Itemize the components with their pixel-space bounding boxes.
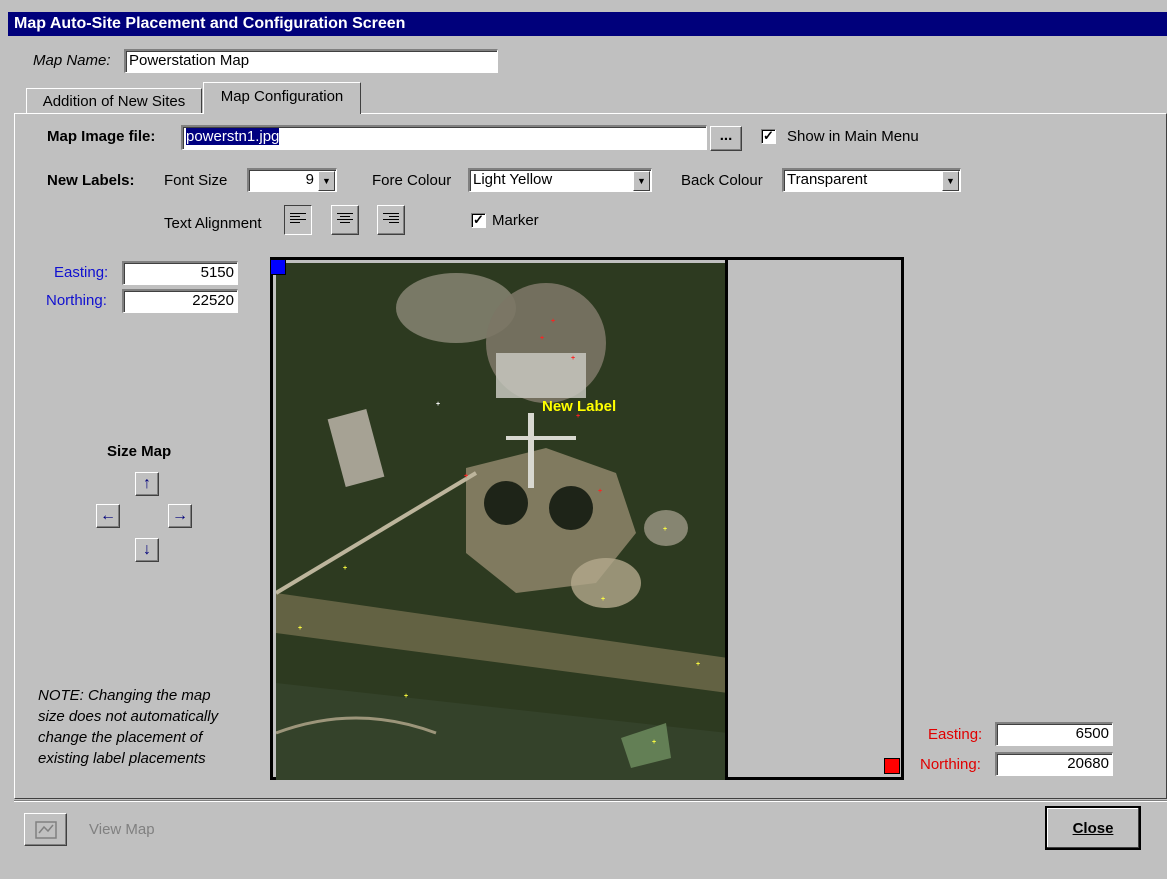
aerial-map-image: + + + + + + + + + + + + + + New Label	[276, 263, 728, 780]
site-marker[interactable]: +	[298, 625, 302, 632]
align-center-button[interactable]	[331, 205, 359, 235]
size-up-button[interactable]: ↑	[135, 472, 159, 496]
note-line: existing label placements	[38, 750, 206, 767]
top-left-northing-label: Northing:	[46, 292, 107, 309]
site-marker[interactable]: +	[343, 565, 347, 572]
fore-colour-label: Fore Colour	[372, 172, 452, 189]
site-marker[interactable]: +	[551, 318, 555, 325]
map-name-label: Map Name:	[33, 52, 111, 69]
map-icon	[34, 820, 57, 839]
back-colour-label: Back Colour	[681, 172, 763, 189]
image-file-value: powerstn1.jpg	[186, 128, 280, 145]
align-left-icon	[290, 213, 306, 227]
show-in-main-menu-checkbox[interactable]: ✓	[761, 129, 776, 144]
size-left-button[interactable]: ←	[96, 504, 120, 528]
sizing-note: NOTE: Changing the map size does not aut…	[38, 685, 263, 769]
window-title: Map Auto-Site Placement and Configuratio…	[8, 12, 1167, 36]
top-left-easting-label: Easting:	[54, 264, 109, 281]
font-size-select[interactable]: 9 ▼	[247, 168, 337, 192]
marker-checkbox[interactable]: ✓	[471, 213, 486, 228]
footer-divider	[14, 800, 1167, 802]
close-button[interactable]: Close	[1045, 806, 1141, 850]
aerial-photo-sketch	[276, 263, 728, 780]
fore-colour-value: Light Yellow	[473, 171, 553, 188]
back-colour-select[interactable]: Transparent ▼	[782, 168, 961, 192]
top-left-northing-input[interactable]: 22520	[122, 289, 238, 313]
map-canvas[interactable]: + + + + + + + + + + + + + + New Label	[270, 257, 904, 780]
top-left-drag-handle[interactable]	[270, 259, 286, 275]
note-line: size does not automatically	[38, 708, 219, 725]
font-size-label: Font Size	[164, 172, 228, 189]
tab-map-configuration[interactable]: Map Configuration	[203, 82, 361, 114]
bottom-right-easting-label: Easting:	[928, 726, 983, 743]
size-right-button[interactable]: →	[168, 504, 192, 528]
site-marker[interactable]: +	[601, 596, 605, 603]
arrow-right-icon: →	[172, 507, 188, 524]
arrow-down-icon: ↓	[143, 541, 151, 558]
note-line: NOTE: Changing the map	[38, 687, 211, 704]
arrow-up-icon: ↑	[143, 475, 151, 492]
new-labels-label: New Labels:	[47, 172, 135, 189]
chevron-down-icon[interactable]: ▼	[633, 171, 650, 191]
image-file-input[interactable]: powerstn1.jpg	[181, 125, 707, 150]
tab-label: Map Configuration	[220, 88, 344, 105]
bottom-right-drag-handle[interactable]	[884, 758, 900, 774]
arrow-left-icon: ←	[100, 507, 116, 524]
site-marker[interactable]: +	[404, 693, 408, 700]
map-image-edge	[725, 260, 728, 780]
browse-button[interactable]: ...	[710, 126, 742, 151]
fore-colour-select[interactable]: Light Yellow ▼	[468, 168, 652, 192]
align-left-button[interactable]	[284, 205, 312, 235]
site-marker[interactable]: +	[464, 473, 468, 480]
site-marker[interactable]: +	[436, 401, 440, 408]
align-center-icon	[337, 213, 353, 227]
site-marker[interactable]: +	[571, 355, 575, 362]
tab-label: Addition of New Sites	[42, 93, 186, 110]
tab-addition-of-new-sites[interactable]: Addition of New Sites	[26, 88, 202, 114]
site-marker[interactable]: +	[652, 739, 656, 746]
close-label: Close	[1072, 819, 1114, 837]
text-alignment-label: Text Alignment	[164, 215, 262, 232]
view-map-button[interactable]	[24, 813, 67, 846]
font-size-value: 9	[305, 171, 314, 188]
chevron-down-icon[interactable]: ▼	[942, 171, 959, 191]
align-right-button[interactable]	[377, 205, 405, 235]
bottom-right-northing-label: Northing:	[920, 756, 981, 773]
top-left-easting-input[interactable]: 5150	[122, 261, 238, 285]
bottom-right-easting-input[interactable]: 6500	[995, 722, 1113, 746]
bottom-right-northing-input[interactable]: 20680	[995, 752, 1113, 776]
chevron-down-icon[interactable]: ▼	[318, 171, 335, 191]
back-colour-value: Transparent	[787, 171, 868, 188]
site-marker[interactable]: +	[598, 488, 602, 495]
map-name-input[interactable]: Powerstation Map	[124, 49, 498, 73]
marker-label: Marker	[492, 212, 539, 229]
size-map-title: Size Map	[107, 443, 172, 460]
size-down-button[interactable]: ↓	[135, 538, 159, 562]
align-right-icon	[383, 213, 399, 227]
image-file-label: Map Image file:	[47, 128, 156, 145]
show-in-main-menu-label: Show in Main Menu	[787, 128, 919, 145]
note-line: change the placement of	[38, 729, 203, 746]
site-marker[interactable]: +	[663, 526, 667, 533]
site-marker[interactable]: +	[696, 661, 700, 668]
view-map-label: View Map	[89, 821, 155, 838]
site-marker[interactable]: +	[540, 335, 544, 342]
new-label-preview[interactable]: New Label	[542, 398, 616, 415]
